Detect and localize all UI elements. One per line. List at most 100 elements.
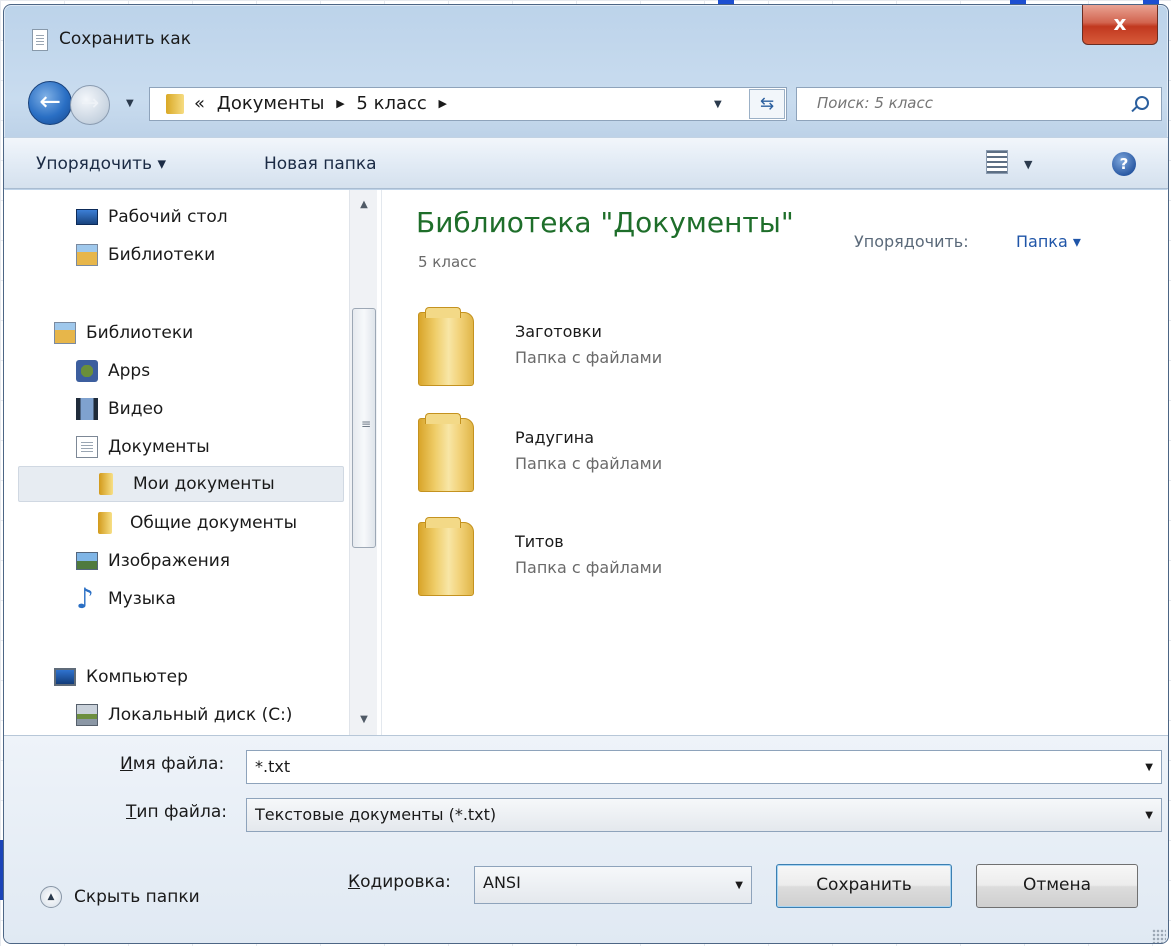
search-icon[interactable]: [1135, 96, 1149, 110]
file-type: Папка с файлами: [515, 558, 663, 577]
recent-pages-dropdown[interactable]: ▼: [126, 98, 134, 109]
chevron-up-icon: ▲: [40, 886, 62, 908]
nav-item-label: Рабочий стол: [108, 207, 228, 227]
save-form: Имя файла: *.txt ▼ Тип файла: Текстовые …: [4, 735, 1168, 943]
chevron-down-icon[interactable]: ▼: [735, 880, 743, 891]
library-title: Библиотека "Документы": [416, 206, 794, 239]
folder-icon: [418, 413, 474, 492]
list-item[interactable]: Титов Папка с файлами: [418, 517, 838, 612]
file-name: Радугина: [515, 428, 595, 447]
encoding-select[interactable]: ANSI ▼: [474, 866, 752, 904]
file-list-pane: Библиотека "Документы" 5 класс Упорядочи…: [384, 190, 1168, 735]
nav-item-video[interactable]: Видео: [76, 392, 336, 428]
desktop-icon: [76, 209, 98, 225]
nav-item-label: Документы: [108, 437, 210, 457]
folder-icon: [166, 94, 184, 114]
folder-icon: [99, 473, 113, 495]
filename-value: *.txt: [255, 757, 291, 776]
arrange-by-label: Упорядочить:: [854, 232, 969, 251]
views-icon[interactable]: [986, 150, 1008, 174]
libraries-icon: [54, 322, 76, 344]
scroll-thumb[interactable]: ≡: [352, 308, 376, 548]
nav-item-label: Видео: [108, 399, 164, 419]
nav-item-my-documents[interactable]: Мои документы: [18, 466, 344, 502]
video-icon: [76, 398, 98, 420]
chevron-down-icon[interactable]: ▼: [1145, 810, 1153, 821]
nav-item-label: Локальный диск (C:): [108, 705, 293, 725]
encoding-label: Кодировка:: [348, 872, 451, 892]
nav-item-desktop[interactable]: Рабочий стол: [76, 200, 336, 236]
nav-item-public-documents[interactable]: Общие документы: [98, 506, 348, 542]
nav-item-label: Apps: [108, 361, 151, 381]
refresh-button[interactable]: ⇆: [749, 89, 785, 119]
organize-button[interactable]: Упорядочить ▾: [36, 154, 166, 174]
file-type: Папка с файлами: [515, 454, 663, 473]
file-name: Титов: [515, 532, 564, 551]
scroll-up-icon[interactable]: ▲: [350, 190, 378, 220]
back-button[interactable]: ←: [28, 81, 72, 125]
encoding-value: ANSI: [483, 873, 521, 892]
address-history-dropdown[interactable]: ▼: [714, 99, 722, 110]
scroll-down-icon[interactable]: ▼: [350, 705, 378, 735]
breadcrumb-5-klass[interactable]: 5 класс: [356, 93, 426, 114]
search-box: [796, 87, 1162, 121]
chevron-right-icon[interactable]: ▶: [439, 97, 447, 110]
nav-item-label: Общие документы: [130, 513, 297, 533]
breadcrumb-overflow[interactable]: «: [194, 93, 205, 114]
library-subtitle: 5 класс: [418, 253, 477, 271]
folder-icon: [418, 307, 474, 386]
libraries-icon: [76, 244, 98, 266]
grip-icon: ≡: [361, 417, 372, 431]
music-icon: [76, 582, 98, 615]
nav-item-music[interactable]: Музыка: [76, 582, 336, 618]
filetype-select[interactable]: Текстовые документы (*.txt) ▼: [246, 798, 1162, 832]
documents-icon: [76, 436, 98, 458]
address-bar[interactable]: « Документы ▶ 5 класс ▶: [149, 87, 787, 121]
nav-item-label: Библиотеки: [86, 323, 194, 343]
images-icon: [76, 552, 98, 570]
arrow-right-icon: →: [80, 91, 100, 116]
help-icon[interactable]: ?: [1112, 152, 1136, 176]
search-input[interactable]: [817, 94, 1117, 112]
close-button[interactable]: x: [1082, 5, 1158, 45]
nav-item-computer[interactable]: Компьютер: [54, 660, 334, 696]
filetype-value: Текстовые документы (*.txt): [255, 805, 497, 824]
nav-item-apps[interactable]: Apps: [76, 354, 336, 390]
title-bar[interactable]: Сохранить как x: [4, 5, 1168, 69]
save-as-dialog: Сохранить как x ← → ▼ « Документы ▶ 5 кл…: [3, 4, 1169, 944]
forward-button[interactable]: →: [70, 85, 110, 125]
nav-item-local-disk[interactable]: Локальный диск (C:): [76, 698, 346, 734]
chevron-right-icon[interactable]: ▶: [336, 97, 344, 110]
file-name: Заготовки: [515, 322, 602, 341]
command-bar: Упорядочить ▾ Новая папка ▼ ?: [4, 137, 1168, 189]
save-button[interactable]: Сохранить: [776, 864, 952, 908]
list-item[interactable]: Радугина Папка с файлами: [418, 413, 838, 508]
folder-icon: [98, 512, 112, 534]
nav-item-label: Музыка: [108, 589, 176, 609]
nav-item-label: Изображения: [108, 551, 231, 571]
breadcrumb-documents[interactable]: Документы: [217, 93, 325, 114]
filename-field[interactable]: *.txt ▼: [246, 750, 1162, 784]
folder-icon: [418, 517, 474, 596]
file-type: Папка с файлами: [515, 348, 663, 367]
nav-item-libraries-root[interactable]: Библиотеки: [54, 316, 334, 352]
arrange-by-dropdown[interactable]: Папка ▾: [1016, 232, 1081, 251]
nav-item-libraries[interactable]: Библиотеки: [76, 238, 336, 274]
browser-area: Рабочий стол Библиотеки Библиотеки Apps …: [4, 190, 1168, 735]
window-title: Сохранить как: [59, 29, 191, 49]
list-item[interactable]: Заготовки Папка с файлами: [418, 307, 838, 402]
notepad-icon: [32, 29, 48, 51]
views-dropdown[interactable]: ▼: [1024, 158, 1032, 171]
resize-grip[interactable]: [1152, 929, 1166, 943]
new-folder-button[interactable]: Новая папка: [264, 154, 377, 174]
navigation-pane: Рабочий стол Библиотеки Библиотеки Apps …: [4, 190, 382, 735]
refresh-icon: ⇆: [759, 94, 775, 114]
chevron-down-icon[interactable]: ▼: [1145, 762, 1153, 773]
cancel-button[interactable]: Отмена: [976, 864, 1138, 908]
nav-scrollbar[interactable]: ▲ ≡ ▼: [349, 190, 377, 735]
hide-folders-label: Скрыть папки: [74, 887, 200, 907]
nav-item-images[interactable]: Изображения: [76, 544, 336, 580]
filename-label: Имя файла:: [120, 754, 225, 774]
nav-item-documents[interactable]: Документы: [76, 430, 336, 466]
nav-item-label: Мои документы: [133, 474, 275, 494]
